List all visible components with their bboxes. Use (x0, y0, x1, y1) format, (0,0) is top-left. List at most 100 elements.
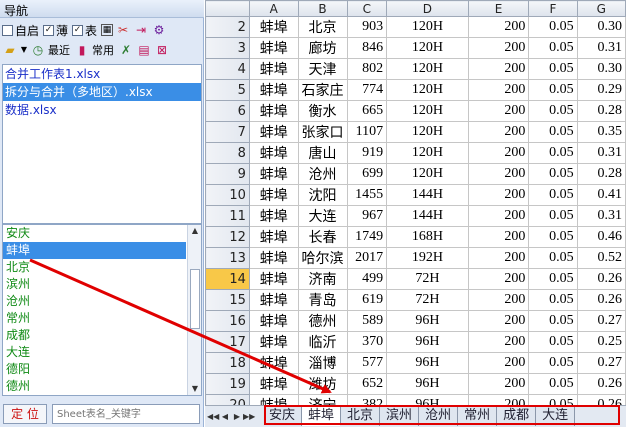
cell-f[interactable]: 0.05 (528, 79, 578, 101)
cell-c[interactable]: 1107 (346, 121, 388, 143)
cell-e[interactable]: 200 (467, 331, 530, 353)
column-header[interactable]: A (248, 0, 299, 17)
cell-c[interactable]: 1455 (346, 184, 388, 206)
cell-f[interactable]: 0.05 (528, 100, 578, 122)
cell-f[interactable]: 0.05 (528, 289, 578, 311)
cell-a[interactable]: 蚌埠 (248, 226, 299, 248)
row-header[interactable]: 8 (205, 142, 250, 164)
row-header[interactable]: 2 (205, 16, 250, 38)
cell-c[interactable]: 652 (346, 373, 388, 395)
cell-b[interactable]: 济南 (297, 268, 348, 290)
cell-g[interactable]: 0.27 (576, 310, 626, 332)
cell-b[interactable]: 青岛 (297, 289, 348, 311)
cell-d[interactable]: 192H (386, 247, 469, 269)
cell-g[interactable]: 0.25 (576, 331, 626, 353)
cell-b[interactable]: 唐山 (297, 142, 348, 164)
cell-d[interactable]: 120H (386, 37, 469, 59)
settings-icon[interactable]: ⚙ (151, 22, 167, 38)
cell-c[interactable]: 967 (346, 205, 388, 227)
cell-e[interactable]: 200 (467, 37, 530, 59)
cell-b[interactable]: 衡水 (297, 100, 348, 122)
cell-b[interactable]: 临沂 (297, 331, 348, 353)
cell-f[interactable]: 0.05 (528, 352, 578, 374)
close-sheet-icon[interactable]: ⊠ (154, 42, 170, 58)
cell-b[interactable]: 沧州 (297, 163, 348, 185)
cell-g[interactable]: 0.26 (576, 289, 626, 311)
cell-e[interactable]: 200 (467, 247, 530, 269)
cell-c[interactable]: 919 (346, 142, 388, 164)
cell-d[interactable]: 120H (386, 163, 469, 185)
row-header[interactable]: 19 (205, 373, 250, 395)
cell-f[interactable]: 0.05 (528, 58, 578, 80)
cell-b[interactable]: 淄博 (297, 352, 348, 374)
sheet-tab[interactable]: 大连 (536, 406, 576, 426)
cell-e[interactable]: 200 (467, 373, 530, 395)
cell-f[interactable]: 0.05 (528, 310, 578, 332)
cell-d[interactable]: 96H (386, 394, 469, 405)
cell-d[interactable]: 72H (386, 268, 469, 290)
row-header[interactable]: 7 (205, 121, 250, 143)
cell-e[interactable]: 200 (467, 226, 530, 248)
cell-a[interactable]: 蚌埠 (248, 289, 299, 311)
recent-button[interactable]: ◷ 最近 (30, 42, 70, 58)
cell-b[interactable]: 德州 (297, 310, 348, 332)
sheet-item[interactable]: 大连 (3, 344, 201, 361)
cell-e[interactable]: 200 (467, 310, 530, 332)
scroll-down-icon[interactable]: ▼ (190, 384, 200, 394)
cell-c[interactable]: 370 (346, 331, 388, 353)
cell-c[interactable]: 774 (346, 79, 388, 101)
cell-f[interactable]: 0.05 (528, 247, 578, 269)
excel-icon[interactable]: ✗ (118, 42, 134, 58)
sheet-tab[interactable]: 常州 (458, 406, 498, 426)
cell-e[interactable]: 200 (467, 121, 530, 143)
cell-e[interactable]: 200 (467, 394, 530, 405)
cell-d[interactable]: 96H (386, 373, 469, 395)
cell-e[interactable]: 200 (467, 79, 530, 101)
option-auto-start[interactable]: 自启 (2, 22, 39, 39)
cell-a[interactable]: 蚌埠 (248, 310, 299, 332)
cell-a[interactable]: 蚌埠 (248, 37, 299, 59)
cell-c[interactable]: 2017 (346, 247, 388, 269)
cell-e[interactable]: 200 (467, 142, 530, 164)
cell-b[interactable]: 大连 (297, 205, 348, 227)
cell-f[interactable]: 0.05 (528, 394, 578, 405)
cell-b[interactable]: 潍坊 (297, 373, 348, 395)
select-all-corner[interactable] (205, 0, 250, 17)
cell-c[interactable]: 1749 (346, 226, 388, 248)
cell-a[interactable]: 蚌埠 (248, 163, 299, 185)
cell-g[interactable]: 0.30 (576, 58, 626, 80)
cell-g[interactable]: 0.29 (576, 79, 626, 101)
common-button[interactable]: ▮ 常用 (74, 42, 114, 58)
cell-a[interactable]: 蚌埠 (248, 58, 299, 80)
cell-c[interactable]: 619 (346, 289, 388, 311)
cell-g[interactable]: 0.35 (576, 121, 626, 143)
cell-g[interactable]: 0.31 (576, 142, 626, 164)
cell-a[interactable]: 蚌埠 (248, 268, 299, 290)
cell-e[interactable]: 200 (467, 16, 530, 38)
cell-a[interactable]: 蚌埠 (248, 100, 299, 122)
workbook-item[interactable]: 合并工作表1.xlsx (3, 65, 201, 83)
sheet-item[interactable]: 德州 (3, 378, 201, 395)
row-header[interactable]: 9 (205, 163, 250, 185)
cell-d[interactable]: 120H (386, 58, 469, 80)
cell-b[interactable]: 沈阳 (297, 184, 348, 206)
cell-g[interactable]: 0.30 (576, 16, 626, 38)
cell-d[interactable]: 144H (386, 184, 469, 206)
option-sheet[interactable]: ✓ 表 (72, 22, 97, 39)
sheet-item[interactable]: 北京 (3, 259, 201, 276)
sheet-item[interactable]: 德阳 (3, 361, 201, 378)
sheet-tab[interactable]: 北京 (341, 406, 381, 426)
cell-e[interactable]: 200 (467, 58, 530, 80)
cell-a[interactable]: 蚌埠 (248, 352, 299, 374)
row-header[interactable]: 12 (205, 226, 250, 248)
cell-f[interactable]: 0.05 (528, 268, 578, 290)
workbook-item[interactable]: 拆分与合并（多地区）.xlsx (3, 83, 201, 101)
cell-f[interactable]: 0.05 (528, 16, 578, 38)
next-tab-icon[interactable]: ▶ (231, 409, 243, 425)
cell-d[interactable]: 96H (386, 331, 469, 353)
sheet-icon[interactable]: ▤ (136, 42, 152, 58)
row-header[interactable]: 14 (205, 268, 250, 290)
cell-f[interactable]: 0.05 (528, 37, 578, 59)
row-header[interactable]: 13 (205, 247, 250, 269)
cell-f[interactable]: 0.05 (528, 205, 578, 227)
